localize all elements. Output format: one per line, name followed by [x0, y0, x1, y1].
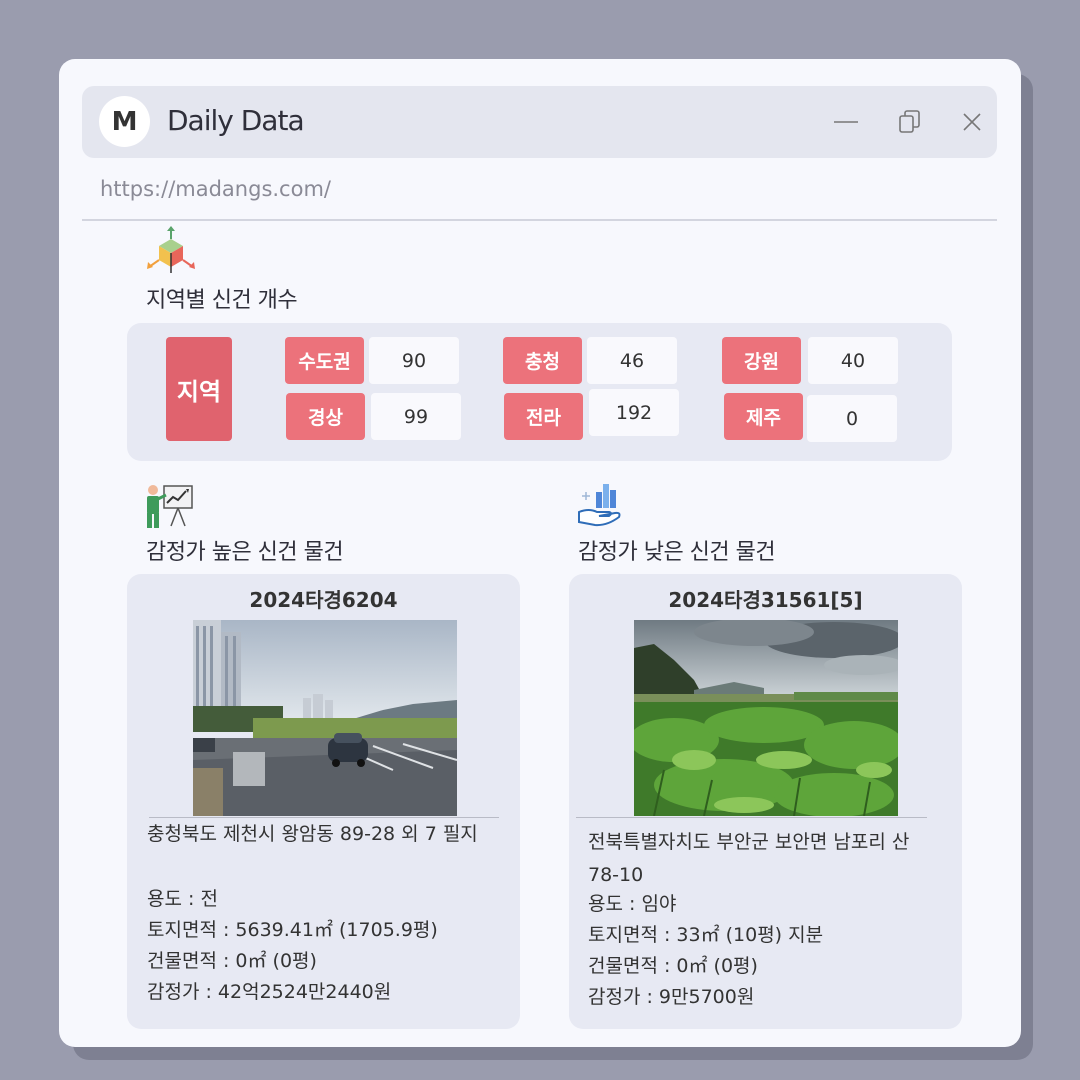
high-building-area: 건물면적 : 0㎡ (0평) — [147, 950, 317, 972]
low-building-area: 건물면적 : 0㎡ (0평) — [588, 955, 758, 977]
region-label-chungcheong: 충청 — [503, 337, 582, 384]
low-details: 용도 : 임야 토지면적 : 33㎡ (10평) 지분 건물면적 : 0㎡ (0… — [588, 889, 823, 1013]
high-address: 충청북도 제천시 왕암동 89-28 외 7 필지 — [147, 823, 478, 845]
high-use: 용도 : 전 — [147, 888, 218, 910]
region-label-gangwon: 강원 — [722, 337, 801, 384]
low-section-title: 감정가 낮은 신건 물건 — [578, 540, 776, 565]
high-land-area: 토지면적 : 5639.41㎡ (1705.9평) — [147, 919, 438, 941]
low-property-photo — [634, 620, 898, 816]
minimize-icon — [834, 121, 858, 123]
low-property-card[interactable]: 2024타경31561[5] 전북특별자치도 부안군 보안면 남포리 산 78-… — [569, 574, 962, 1029]
region-value-capital: 90 — [369, 337, 459, 384]
high-appraisal: 감정가 : 42억2524만2440원 — [147, 981, 392, 1003]
low-land-area: 토지면적 : 33㎡ (10평) 지분 — [588, 924, 824, 946]
low-address-line2: 78-10 — [588, 864, 644, 886]
region-value-chungcheong: 46 — [587, 337, 677, 384]
high-property-card[interactable]: 2024타경6204 충청북도 제천시 왕암동 89-28 외 7 필지 용도 … — [127, 574, 520, 1029]
low-use: 용도 : 임야 — [588, 893, 677, 915]
region-value-gyeongsang: 99 — [371, 393, 461, 440]
high-section-title: 감정가 높은 신건 물건 — [146, 540, 344, 565]
low-address: 전북특별자치도 부안군 보안면 남포리 산 78-10 — [588, 826, 909, 892]
high-property-photo — [193, 620, 457, 816]
high-details: 용도 : 전 토지면적 : 5639.41㎡ (1705.9평) 건물면적 : … — [147, 884, 438, 1008]
region-label-gyeongsang: 경상 — [286, 393, 365, 440]
header-divider — [82, 219, 997, 221]
low-case-number[interactable]: 2024타경31561[5] — [569, 584, 962, 613]
region-main-label: 지역 — [166, 337, 232, 441]
restore-button[interactable] — [892, 104, 928, 140]
low-photo-divider — [576, 817, 927, 818]
app-logo: M — [99, 96, 150, 147]
region-value-jeolla: 192 — [589, 389, 679, 436]
region-value-gangwon: 40 — [808, 337, 898, 384]
low-appraisal: 감정가 : 9만5700원 — [588, 986, 755, 1008]
title-bar: M Daily Data — [82, 86, 997, 158]
app-window: M Daily Data https://madangs.com/ 지역별 신건… — [59, 59, 1021, 1047]
app-title: Daily Data — [167, 104, 305, 137]
minimize-button[interactable] — [828, 104, 864, 140]
region-label-jeolla: 전라 — [504, 393, 583, 440]
region-value-jeju: 0 — [807, 395, 897, 442]
region-panel: 지역 수도권 90 충청 46 강원 40 경상 99 전라 192 제주 0 — [127, 323, 952, 461]
close-icon — [963, 113, 981, 131]
3d-cube-axes-icon — [147, 226, 195, 273]
low-address-line1: 전북특별자치도 부안군 보안면 남포리 산 — [588, 831, 910, 853]
copy-window-icon — [899, 110, 920, 133]
region-section-title: 지역별 신건 개수 — [146, 288, 298, 313]
region-label-capital: 수도권 — [285, 337, 364, 384]
hand-bar-chart-icon — [578, 484, 621, 527]
presenter-chart-icon — [147, 485, 193, 528]
url-text[interactable]: https://madangs.com/ — [100, 177, 331, 201]
high-case-number[interactable]: 2024타경6204 — [127, 584, 520, 613]
region-label-jeju: 제주 — [724, 393, 803, 440]
close-button[interactable] — [954, 104, 990, 140]
